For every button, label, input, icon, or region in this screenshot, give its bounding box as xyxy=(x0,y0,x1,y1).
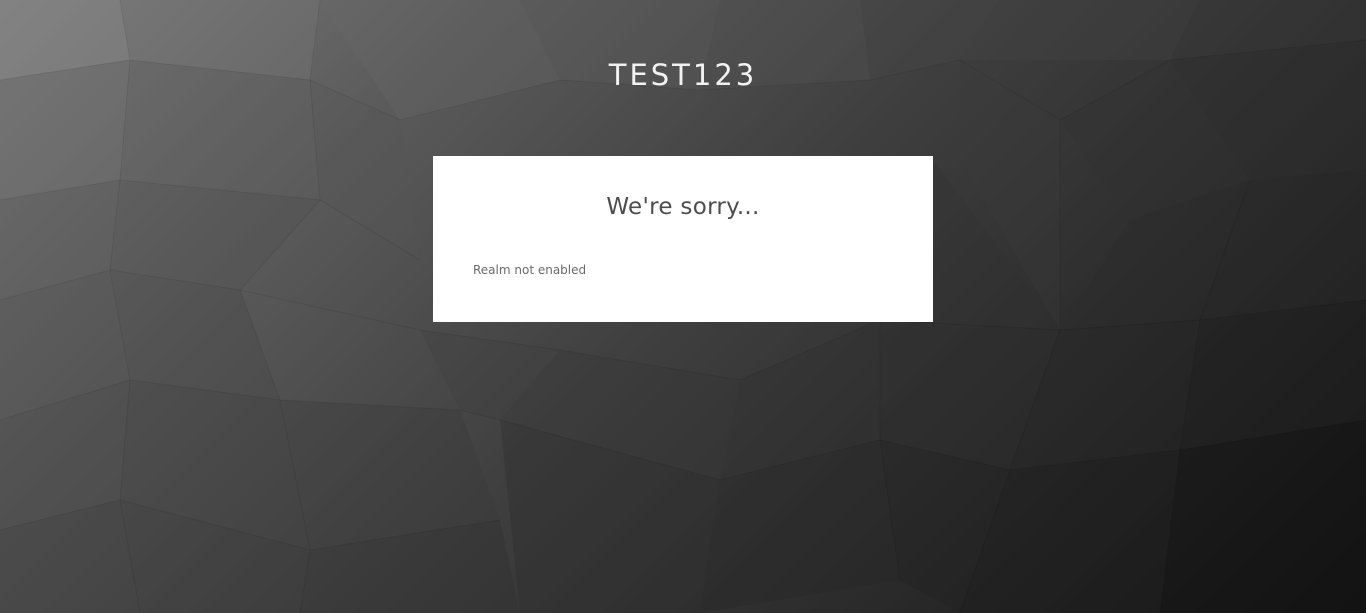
error-message: Realm not enabled xyxy=(473,263,587,277)
realm-title: TEST123 xyxy=(608,58,758,92)
error-card: We're sorry... Realm not enabled xyxy=(433,156,933,322)
error-heading: We're sorry... xyxy=(606,194,760,220)
